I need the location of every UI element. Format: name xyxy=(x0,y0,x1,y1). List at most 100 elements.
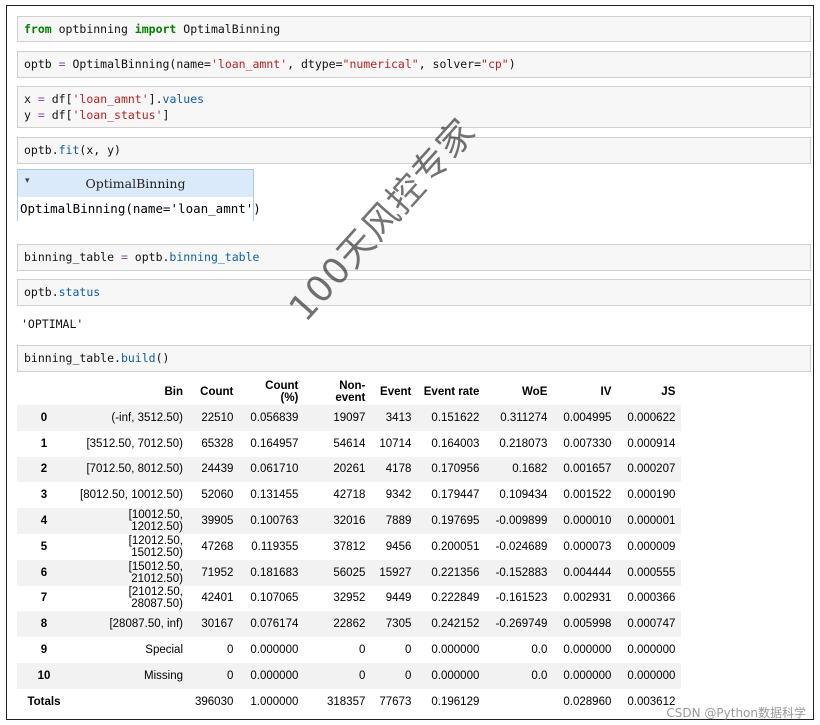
table-cell xyxy=(485,688,554,715)
table-cell: 0.005998 xyxy=(563,618,612,631)
code-cell-import[interactable]: from optbinning import OptimalBinning xyxy=(17,16,811,42)
totals-label: Totals xyxy=(17,688,71,715)
code-text: optb xyxy=(24,57,59,71)
code-text: ] xyxy=(162,108,170,122)
optimalbinning-widget[interactable]: ▾ OptimalBinning OptimalBinning(name='lo… xyxy=(17,169,261,221)
table-cell: 7305 xyxy=(385,618,412,631)
code-text: optbinning xyxy=(51,22,135,36)
table-cell: [10012.50, 12012.50) xyxy=(128,509,183,534)
table-cell: 0 xyxy=(226,669,234,682)
code-cell-binning-table[interactable]: binning_table = optb.binning_table xyxy=(17,244,811,271)
column-header: JS xyxy=(661,386,676,398)
table-row: 1 [3512.50, 7012.50) 65328 0.164957 54614 107… xyxy=(17,430,682,457)
table-row: 3 [8012.50, 10012.50) 52060 0.131455 42718 93… xyxy=(17,482,682,509)
status-output: 'OPTIMAL' xyxy=(21,317,84,331)
table-cell: 20261 xyxy=(333,463,366,476)
row-index: 1 xyxy=(40,437,48,450)
table-cell: 0.0 xyxy=(531,644,548,657)
table-cell: 0.000000 xyxy=(250,644,299,657)
table-cell: 0.164003 xyxy=(431,437,480,450)
table-cell: 42401 xyxy=(201,592,234,605)
code-text: ) xyxy=(508,57,516,71)
table-row: 2 [7012.50, 8012.50) 24439 0.061710 20261 417… xyxy=(17,456,682,483)
table-cell: 9449 xyxy=(385,592,412,605)
table-cell: 0.200051 xyxy=(431,540,480,553)
keyword: import xyxy=(134,22,177,36)
table-cell: 0.061710 xyxy=(250,463,299,476)
table-cell: 24439 xyxy=(201,463,234,476)
operator: = xyxy=(37,92,45,106)
column-header: WoE xyxy=(522,386,548,398)
table-cell: 77673 xyxy=(371,688,418,715)
table-cell: 0.197695 xyxy=(431,515,480,528)
table-cell: 0.000914 xyxy=(627,437,676,450)
code-cell-xy[interactable]: x = df['loan_amnt'].values y = df['loan_… xyxy=(17,86,811,128)
table-cell: 0.000555 xyxy=(627,566,676,579)
row-index: 6 xyxy=(40,566,48,579)
table-row: 10 Missing 0 0.000000 0 0 0.000000 0.0 0.000000 0… xyxy=(17,662,682,689)
table-cell: 0.164957 xyxy=(250,437,299,450)
string-literal: 'loan_amnt' xyxy=(210,57,288,71)
table-cell: 0.109434 xyxy=(499,489,548,502)
table-cell: 15927 xyxy=(379,566,412,579)
code-text: y xyxy=(24,108,38,122)
code-cell-create-binning[interactable]: optb = OptimalBinning(name='loan_amnt', … xyxy=(17,51,811,78)
table-cell: 0.196129 xyxy=(417,688,486,715)
row-index: 10 xyxy=(37,669,51,682)
table-cell: [21012.50, 28087.50) xyxy=(128,586,183,611)
widget-header[interactable]: ▾ OptimalBinning xyxy=(18,170,253,198)
operator: = xyxy=(37,108,45,122)
table-cell: 32952 xyxy=(333,592,366,605)
string-literal: 'loan_amnt' xyxy=(72,92,149,106)
code-text: () xyxy=(155,351,170,365)
table-cell: 0.000000 xyxy=(563,669,612,682)
code-text: df[ xyxy=(44,108,73,122)
table-cell: 52060 xyxy=(201,489,234,502)
table-row: 0 (-inf, 3512.50) 22510 0.056839 19097 3413 0.… xyxy=(17,405,682,431)
table-cell: 0.100763 xyxy=(250,515,299,528)
table-cell: 0.170956 xyxy=(431,463,480,476)
index-header xyxy=(17,379,71,405)
table-cell: 0.000000 xyxy=(627,644,676,657)
table-cell: 0 xyxy=(358,644,366,657)
table-cell xyxy=(71,688,189,715)
code-text: , dtype= xyxy=(287,57,343,71)
column-header: Event xyxy=(380,386,412,398)
code-cell-build[interactable]: binning_table.build() xyxy=(17,345,811,372)
table-header-row: Bin Count Count (%) Non-event Event Even… xyxy=(17,379,681,405)
code-text: OptimalBinning(name= xyxy=(65,57,211,71)
table-row: 8 [28087.50, inf) 30167 0.076174 22862 7305 0.… xyxy=(17,611,682,638)
code-cell-status[interactable]: optb.status xyxy=(17,279,811,306)
column-header: Bin xyxy=(164,386,183,398)
widget-repr: OptimalBinning(name='loan_amnt') xyxy=(18,197,261,221)
code-text: optb. xyxy=(24,143,59,157)
code-text: binning_table. xyxy=(24,351,121,365)
column-header: Event rate xyxy=(423,386,480,398)
table-row: 7 [21012.50, 28087.50) 42401 0.107065 32952 9… xyxy=(17,585,682,612)
string-literal: "numerical" xyxy=(342,57,419,71)
table-cell: 47268 xyxy=(201,540,234,553)
table-cell: 0.001657 xyxy=(563,463,612,476)
table-cell: 0.181683 xyxy=(250,566,299,579)
table-cell: 0.000366 xyxy=(627,592,676,605)
table-cell: 0.1682 xyxy=(512,463,548,476)
table-cell: 65328 xyxy=(201,437,234,450)
table-cell: 0.151622 xyxy=(431,411,480,424)
table-cell: -0.152883 xyxy=(495,566,548,579)
table-cell: 0 xyxy=(226,644,234,657)
row-index: 9 xyxy=(40,644,48,657)
row-index: 2 xyxy=(40,463,48,476)
table-cell: 9342 xyxy=(385,489,412,502)
table-cell: 9456 xyxy=(385,540,412,553)
table-cell: 37812 xyxy=(333,540,366,553)
table-cell: Missing xyxy=(144,669,183,682)
table-cell: 71952 xyxy=(201,566,234,579)
operator: = xyxy=(58,57,66,71)
table-cell: 0 xyxy=(404,669,412,682)
column-header: Non-event xyxy=(335,380,366,404)
table-row: 6 [15012.50, 21012.50) 71952 0.181683 56025 1… xyxy=(17,559,682,586)
table-cell: 3413 xyxy=(385,411,412,424)
code-text: ]. xyxy=(148,92,163,106)
table-cell: 0.056839 xyxy=(250,411,299,424)
table-cell: 56025 xyxy=(333,566,366,579)
